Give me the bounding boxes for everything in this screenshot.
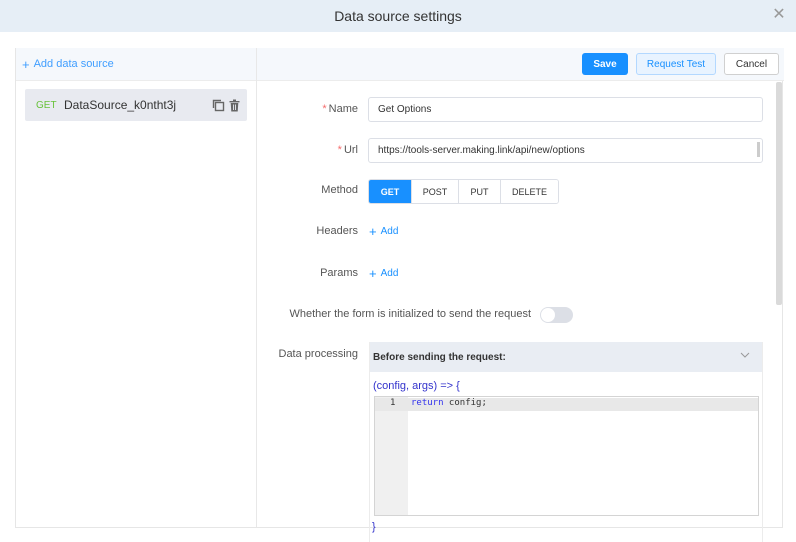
url-label: * Url (337, 144, 358, 156)
method-put-button[interactable]: PUT (459, 180, 501, 203)
toggle-knob (541, 308, 555, 322)
method-radio-group: GET POST PUT DELETE (368, 179, 559, 204)
copy-icon[interactable] (212, 99, 225, 112)
method-post-button[interactable]: POST (412, 180, 459, 203)
editor-toolbar: Save Request Test Cancel (257, 48, 784, 81)
required-mark: * (337, 144, 342, 156)
init-request-label: Whether the form is initialized to send … (289, 308, 531, 320)
name-label: * Name (322, 103, 358, 115)
datasource-method: GET (36, 99, 57, 111)
textarea-resize-handle[interactable] (757, 142, 760, 157)
before-request-collapse-header[interactable]: Before sending the request: (370, 342, 762, 372)
delete-icon[interactable] (228, 99, 241, 112)
method-delete-button[interactable]: DELETE (501, 180, 558, 203)
dialog-header: Data source settings ✕ (0, 0, 796, 32)
data-processing-label: Data processing (278, 348, 359, 360)
sidebar-toolbar: + Add data source (16, 48, 256, 81)
method-get-button[interactable]: GET (369, 180, 412, 203)
function-signature: (config, args) => { (373, 380, 460, 392)
datasource-list-item[interactable]: GET DataSource_k0ntht3j (25, 89, 247, 121)
required-mark: * (322, 103, 327, 115)
url-input[interactable]: https://tools-server.making.link/api/new… (368, 138, 763, 163)
plus-icon: + (369, 266, 377, 281)
code-line: return config; (411, 398, 487, 408)
dialog-body: + Add data source GET DataSource_k0ntht3… (15, 48, 784, 542)
add-param-button[interactable]: + Add (369, 266, 398, 281)
method-label: Method (321, 184, 358, 196)
add-data-source-label: Add data source (33, 58, 114, 70)
name-input[interactable]: Get Options (368, 97, 763, 122)
chevron-down-icon (740, 350, 750, 360)
code-editor[interactable]: 1 return config; (374, 396, 759, 516)
close-icon[interactable]: ✕ (770, 6, 788, 24)
vertical-scrollbar[interactable] (776, 82, 782, 305)
request-test-button[interactable]: Request Test (636, 53, 716, 75)
plus-icon: + (369, 224, 377, 239)
dialog-title: Data source settings (334, 8, 462, 24)
editor-gutter (375, 397, 408, 515)
params-label: Params (320, 267, 358, 279)
headers-label: Headers (316, 225, 358, 237)
url-value: https://tools-server.making.link/api/new… (378, 145, 585, 156)
line-number: 1 (390, 398, 396, 408)
cancel-button[interactable]: Cancel (724, 53, 779, 75)
add-data-source-button[interactable]: + Add data source (22, 57, 114, 72)
add-header-button[interactable]: + Add (369, 224, 398, 239)
plus-icon: + (22, 56, 30, 72)
function-end: } (372, 521, 376, 533)
before-request-title: Before sending the request: (373, 351, 506, 363)
datasource-name: DataSource_k0ntht3j (64, 98, 177, 112)
datasource-editor: Save Request Test Cancel * Name Get Optio… (257, 48, 784, 542)
datasource-sidebar: + Add data source GET DataSource_k0ntht3… (16, 48, 257, 527)
init-request-toggle[interactable] (540, 307, 573, 323)
save-button[interactable]: Save (582, 53, 628, 75)
data-processing-panel: Before sending the request: (config, arg… (369, 342, 763, 542)
